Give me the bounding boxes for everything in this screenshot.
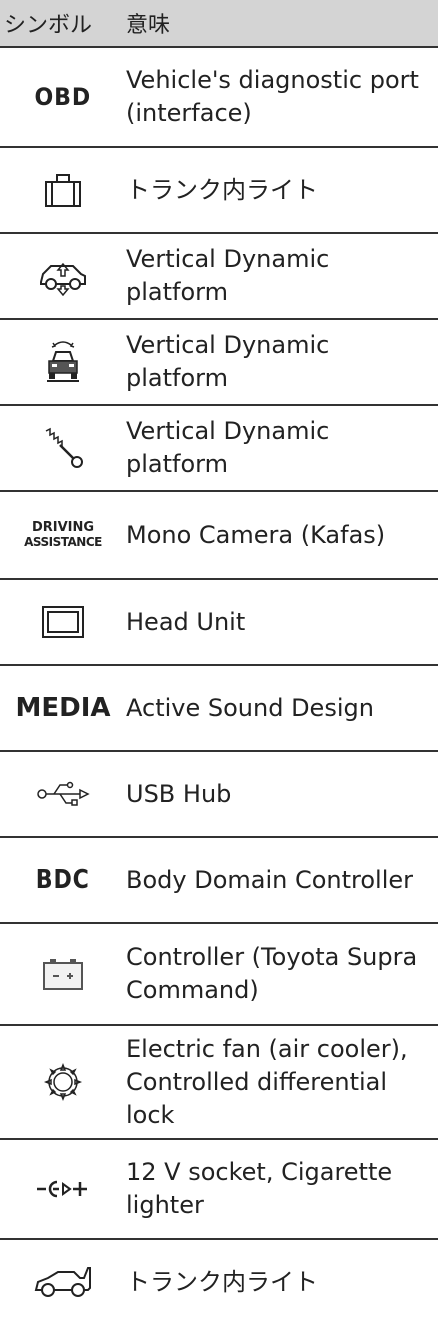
- table-row: Vertical Dynamic platform: [0, 404, 438, 490]
- row-meaning: Controller (Toyota Supra Command): [126, 943, 418, 1004]
- symbol-table: シンボル 意味 OBD Vehicle's diagnostic port (i…: [0, 0, 438, 1324]
- car-front-lift-icon: [0, 339, 126, 385]
- row-meaning: USB Hub: [126, 779, 232, 808]
- table-row: Head Unit: [0, 578, 438, 664]
- battery-box-icon: [0, 957, 126, 991]
- gear-icon: [0, 1062, 126, 1102]
- table-row: Vertical Dynamic platform: [0, 318, 438, 404]
- obd-text-icon: OBD: [34, 83, 92, 111]
- row-meaning: 12 V socket, Cigarette lighter: [126, 1158, 393, 1219]
- table-row: トランク内ライト: [0, 146, 438, 232]
- header-symbol: シンボル: [4, 13, 93, 38]
- spring-shock-icon: [0, 425, 126, 471]
- row-meaning: Vertical Dynamic platform: [126, 245, 330, 306]
- row-meaning: トランク内ライト: [126, 175, 318, 204]
- row-meaning: トランク内ライト: [126, 1267, 318, 1296]
- row-meaning: Vertical Dynamic platform: [126, 417, 330, 478]
- bdc-text-icon: BDC: [36, 865, 90, 895]
- car-trunk-open-icon: [0, 1264, 126, 1300]
- row-meaning: Mono Camera (Kafas): [126, 520, 386, 549]
- row-meaning: Vertical Dynamic platform: [126, 331, 330, 392]
- table-row: Vertical Dynamic platform: [0, 232, 438, 318]
- car-vertical-arrows-icon: [0, 256, 126, 296]
- driving-assistance-text-icon: DRIVING ASSISTANCE: [24, 520, 102, 549]
- table-row: MEDIA Active Sound Design: [0, 664, 438, 750]
- header-meaning: 意味: [126, 13, 171, 38]
- table-row: DRIVING ASSISTANCE Mono Camera (Kafas): [0, 490, 438, 578]
- row-meaning: Vehicle's diagnostic port (interface): [126, 66, 419, 127]
- media-text-icon: MEDIA: [15, 693, 111, 723]
- table-header: シンボル 意味: [0, 0, 438, 46]
- table-row: トランク内ライト: [0, 1238, 438, 1324]
- table-row: OBD Vehicle's diagnostic port (interface…: [0, 46, 438, 146]
- screen-icon: [0, 605, 126, 639]
- suitcase-icon: [0, 172, 126, 208]
- table-row: 12 V socket, Cigarette lighter: [0, 1138, 438, 1238]
- usb-icon: [0, 780, 126, 808]
- row-meaning: Active Sound Design: [126, 693, 374, 722]
- table-row: BDC Body Domain Controller: [0, 836, 438, 922]
- row-meaning: Electric fan (air cooler), Controlled di…: [126, 1034, 408, 1129]
- row-meaning: Body Domain Controller: [126, 865, 414, 894]
- socket-plug-icon: [0, 1179, 126, 1199]
- table-row: USB Hub: [0, 750, 438, 836]
- table-row: Electric fan (air cooler), Controlled di…: [0, 1024, 438, 1138]
- row-meaning: Head Unit: [126, 607, 246, 636]
- table-row: Controller (Toyota Supra Command): [0, 922, 438, 1024]
